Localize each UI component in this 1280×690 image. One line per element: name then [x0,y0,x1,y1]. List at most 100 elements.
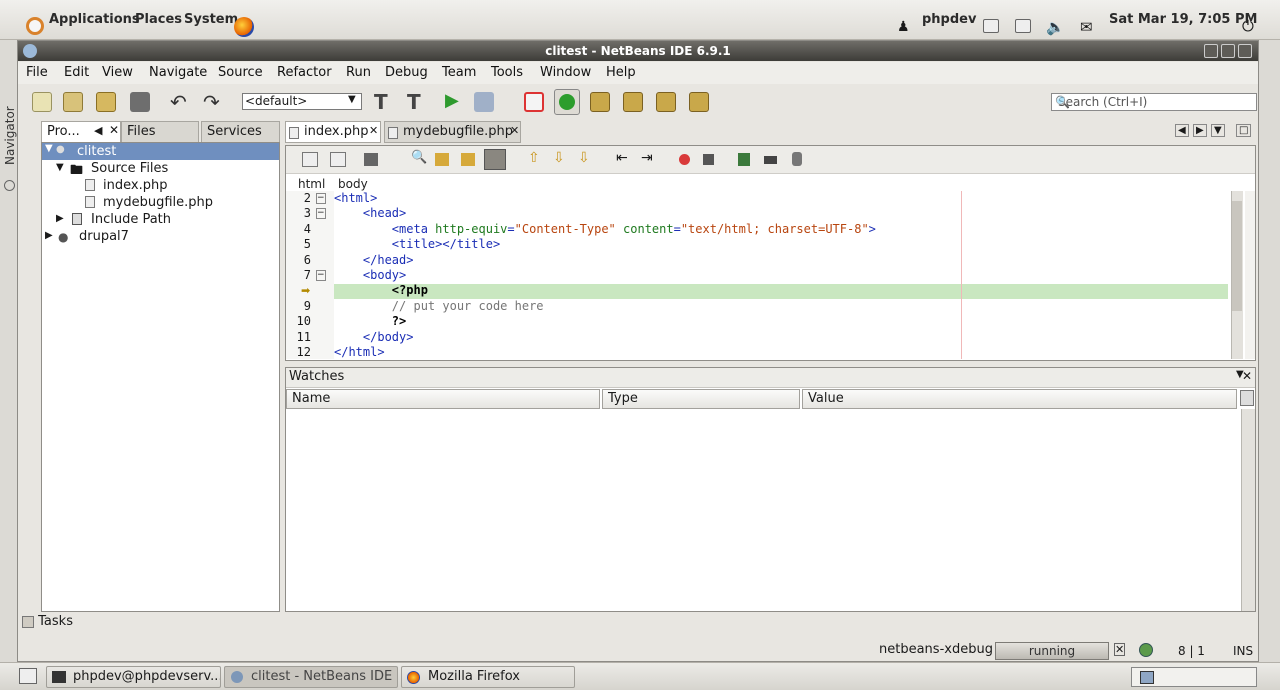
tree-item-mydebugfile-php[interactable]: mydebugfile.php [103,194,213,211]
tree-item-drupal7[interactable]: drupal7 [79,228,129,245]
firefox-launcher-icon[interactable] [234,17,254,37]
watches-title[interactable]: Watches [289,369,344,384]
ubuntu-logo-icon[interactable] [26,17,44,35]
redo-icon[interactable]: ↷ [203,90,220,114]
stop-debug-icon[interactable] [524,92,544,112]
find-next-icon[interactable] [461,153,475,166]
watches-scrollbar[interactable] [1241,409,1255,611]
mail-icon[interactable]: ✉ [1080,18,1093,36]
close-panel-icon[interactable]: ✕ [1242,369,1252,383]
stop-macro-icon[interactable] [703,154,714,165]
tab-services[interactable]: Services [201,121,280,143]
show-opened-documents-icon[interactable]: ▼ [1211,124,1225,137]
search-input[interactable]: Search (Ctrl+I) [1051,93,1257,111]
clean-build-icon[interactable]: T [407,90,421,114]
database-icon[interactable] [792,152,802,166]
menu-debug[interactable]: Debug [385,65,428,80]
menu-window[interactable]: Window [540,65,591,80]
menu-help[interactable]: Help [606,65,636,80]
expand-icon[interactable]: ▼ [45,143,53,154]
menu-team[interactable]: Team [442,65,476,80]
menu-navigate[interactable]: Navigate [149,65,207,80]
system-menu[interactable]: System [184,12,238,27]
task-terminal[interactable]: phpdev@phpdevserv... [46,666,221,688]
start-macro-icon[interactable] [679,154,690,165]
tree-item-include-path[interactable]: Include Path [91,211,171,228]
toggle-bookmark-icon[interactable]: ⇩ [578,150,590,166]
user-name[interactable]: phpdev [922,12,976,27]
network-icon[interactable] [1015,19,1031,33]
shift-left-icon[interactable]: ⇤ [616,150,628,166]
undo-icon[interactable]: ↶ [170,90,187,114]
open-project-icon[interactable] [96,92,116,112]
fold-icon[interactable]: − [316,208,326,219]
clock[interactable]: Sat Mar 19, 7:05 PM [1109,12,1257,27]
column-value[interactable]: Value [802,389,1237,409]
breadcrumb-html[interactable]: html [298,177,325,191]
expand-icon[interactable]: ▼ [56,162,64,173]
tab-mydebugfile-php[interactable]: mydebugfile.php [384,121,521,143]
shift-right-icon[interactable]: ⇥ [641,150,653,166]
expand-right-icon[interactable]: ▶ [45,230,53,241]
cancel-process-icon[interactable]: ✕ [1114,643,1126,656]
history-icon[interactable] [330,152,346,167]
scroll-tabs-left-icon[interactable]: ◀ [1175,124,1189,137]
column-name[interactable]: Name [286,389,600,409]
expand-right-icon[interactable]: ▶ [56,213,64,224]
places-menu[interactable]: Places [135,12,182,27]
volume-icon[interactable]: 🔈 [1046,18,1065,36]
applet-icon[interactable] [983,19,999,33]
fold-icon[interactable]: − [316,193,326,204]
minimize-button[interactable] [1204,44,1218,58]
minimize-panel-icon[interactable]: ◀ [94,124,102,137]
fold-icon[interactable]: − [316,270,326,281]
new-file-icon[interactable] [32,92,52,112]
save-all-icon[interactable] [130,92,150,112]
scroll-tabs-right-icon[interactable]: ▶ [1193,124,1207,137]
menu-source[interactable]: Source [218,65,263,80]
tab-index-php[interactable]: index.php [285,121,381,143]
run-icon[interactable]: ▶ [445,90,459,111]
tree-item-source-files[interactable]: Source Files [91,160,168,177]
maximize-editor-icon[interactable]: □ [1236,124,1252,137]
tab-files[interactable]: Files [121,121,199,143]
applications-menu[interactable]: Applications [49,12,140,27]
close-tab-icon[interactable]: ✕ [369,124,378,137]
tree-item-clitest[interactable]: clitest [42,143,279,160]
maximize-button[interactable] [1221,44,1235,58]
new-project-icon[interactable] [63,92,83,112]
task-netbeans[interactable]: clitest - NetBeans IDE ... [224,666,398,688]
menu-tools[interactable]: Tools [491,65,523,80]
step-into-icon[interactable] [623,92,643,112]
source-view-icon[interactable] [302,152,318,167]
close-tab-icon[interactable]: ✕ [510,124,519,137]
run-to-cursor-icon[interactable] [689,92,709,112]
menu-view[interactable]: View [102,65,133,80]
close-panel-icon[interactable]: ✕ [109,123,119,137]
task-firefox[interactable]: Mozilla Firefox [401,666,575,688]
uncomment-icon[interactable] [764,156,777,164]
find-previous-icon[interactable] [435,153,449,166]
progress-indicator[interactable]: running [995,642,1109,660]
navigator-side-tab[interactable]: Navigator [3,85,17,165]
menu-run[interactable]: Run [346,65,371,80]
show-desktop-icon[interactable] [19,668,37,684]
gc-icon[interactable] [1139,643,1153,657]
last-edit-icon[interactable] [364,153,378,166]
tasks-button[interactable]: Tasks [22,614,73,629]
toggle-highlight-icon[interactable] [484,149,506,170]
editor-scrollbar-thumb[interactable] [1232,201,1242,311]
power-icon[interactable]: ⏻ [1242,17,1254,35]
column-type[interactable]: Type [602,389,800,409]
find-icon[interactable]: 🔍 [411,150,427,165]
step-out-icon[interactable] [656,92,676,112]
breadcrumb-body[interactable]: body [338,177,368,191]
close-button[interactable] [1238,44,1252,58]
previous-bookmark-icon[interactable]: ⇧ [528,150,540,166]
configuration-select[interactable]: <default> [242,93,362,110]
menu-file[interactable]: File [26,65,48,80]
next-bookmark-icon[interactable]: ⇩ [553,150,565,166]
debug-project-icon[interactable] [474,92,494,112]
tree-item-index-php[interactable]: index.php [103,177,167,194]
column-chooser-icon[interactable] [1240,390,1254,406]
